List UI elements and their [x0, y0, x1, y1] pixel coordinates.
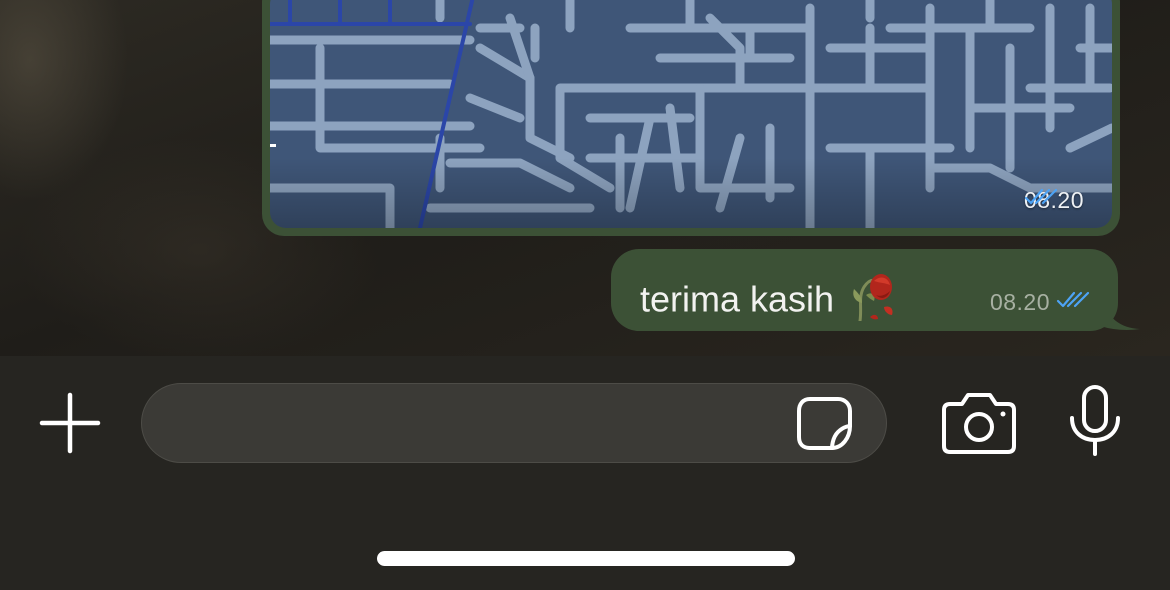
map-message-meta: 08.20: [1024, 187, 1090, 214]
microphone-icon: [1070, 385, 1120, 456]
message-body: terima kasih: [640, 278, 835, 320]
sticker-icon: [797, 397, 852, 450]
camera-icon: [942, 393, 1016, 454]
wilted-flower-emoji: [850, 267, 902, 329]
text-message-time: 08.20: [989, 289, 1050, 315]
voice-record-button[interactable]: [1064, 384, 1126, 458]
camera-button[interactable]: [940, 390, 1018, 456]
message-input[interactable]: [141, 383, 887, 463]
double-check-icon: [1056, 289, 1090, 316]
location-message-bubble[interactable]: 08.20: [262, 0, 1120, 236]
text-message-meta: 08.20: [990, 289, 1090, 316]
plus-icon: [39, 392, 101, 454]
message-text: terima kasih: [640, 271, 902, 333]
text-message-bubble[interactable]: terima kasih 08.20: [611, 249, 1118, 331]
map-preview[interactable]: 08.20: [270, 0, 1112, 228]
home-indicator[interactable]: [377, 551, 795, 566]
attach-button[interactable]: [36, 389, 104, 457]
sticker-button[interactable]: [796, 396, 854, 452]
map-image: [270, 0, 1112, 228]
